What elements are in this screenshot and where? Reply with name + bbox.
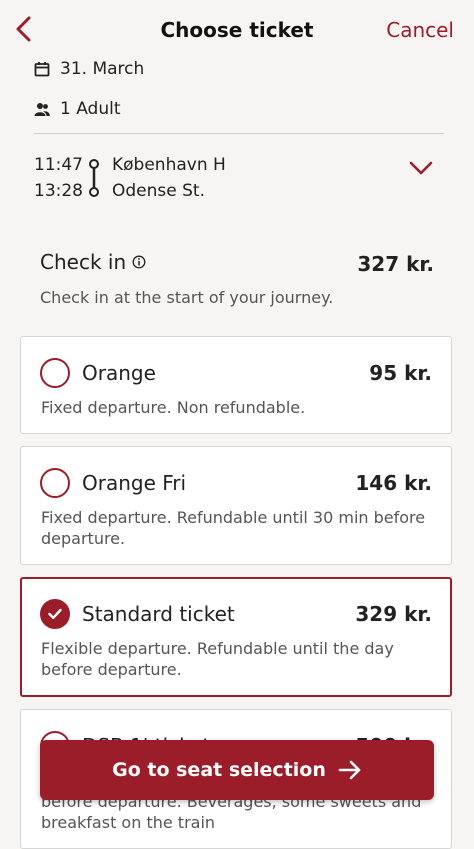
ticket-name: Orange [82, 361, 156, 385]
people-icon [34, 103, 50, 116]
radio-button[interactable] [40, 358, 70, 388]
ticket-card-standard[interactable]: Standard ticket 329 kr. Flexible departu… [20, 577, 452, 697]
journey-times: 11:47 13:28 [34, 152, 83, 204]
checkin-description: Check in at the start of your journey. [40, 288, 334, 307]
seat-selection-label: Go to seat selection [112, 759, 326, 781]
ticket-name: Standard ticket [82, 602, 235, 626]
chevron-down-icon[interactable] [408, 158, 434, 178]
travellers-row: 1 Adult [34, 99, 121, 119]
ticket-card-orange[interactable]: Orange 95 kr. Fixed departure. Non refun… [20, 336, 452, 434]
ticket-description: Flexible departure. Refundable until the… [41, 639, 394, 679]
journey-summary[interactable]: 11:47 13:28 København H Odense St. [34, 152, 444, 204]
ticket-price: 95 kr. [369, 361, 432, 385]
top-bar: Choose ticket Cancel [0, 0, 474, 58]
cancel-button[interactable]: Cancel [386, 18, 454, 42]
seat-selection-button[interactable]: Go to seat selection [40, 740, 434, 800]
calendar-icon [34, 62, 50, 77]
arrival-station: Odense St. [112, 181, 205, 201]
travel-date: 31. March [60, 59, 145, 79]
radio-button[interactable] [40, 468, 70, 498]
checkin-label: Check in [40, 250, 127, 274]
ticket-description: Fixed departure. Non refundable. [41, 398, 306, 417]
ticket-price: 146 kr. [355, 471, 432, 495]
ticket-description: Fixed departure. Refundable until 30 min… [41, 508, 426, 548]
journey-stations: København H Odense St. [112, 152, 226, 204]
info-icon[interactable] [132, 255, 146, 269]
arrow-right-icon [338, 760, 361, 780]
date-row: 31. March [34, 59, 144, 79]
route-line-icon [89, 159, 99, 197]
arrival-time: 13:28 [34, 181, 83, 201]
ticket-name: Orange Fri [82, 471, 187, 495]
departure-time: 11:47 [34, 155, 83, 175]
checkin-price: 327 kr. [357, 252, 434, 276]
divider [34, 133, 444, 134]
radio-button-selected[interactable] [40, 599, 70, 629]
check-icon [48, 608, 62, 619]
ticket-price: 329 kr. [355, 602, 432, 626]
ticket-card-orange-fri[interactable]: Orange Fri 146 kr. Fixed departure. Refu… [20, 446, 452, 565]
departure-station: København H [112, 155, 226, 175]
checkin-option[interactable]: Check in 327 kr. Check in at the start o… [40, 250, 434, 307]
traveller-count: 1 Adult [60, 99, 121, 119]
